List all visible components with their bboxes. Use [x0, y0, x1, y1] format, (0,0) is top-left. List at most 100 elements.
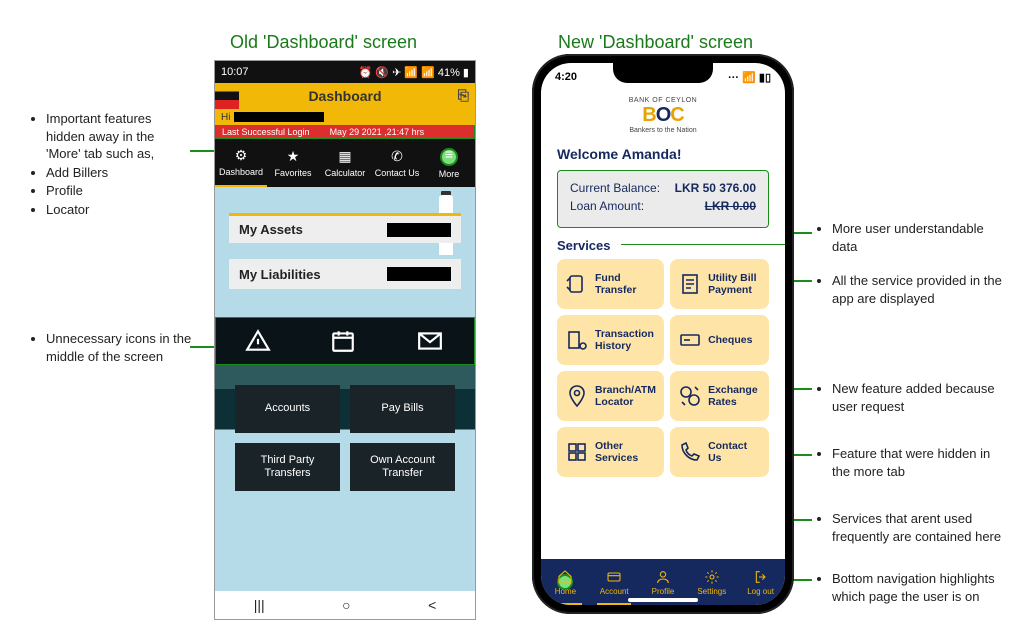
card-icon: [605, 569, 623, 585]
nav-favorites[interactable]: ★ Favorites: [267, 139, 319, 187]
location-icon: [565, 384, 589, 408]
old-greeting: Hi: [215, 109, 475, 125]
pay-bills-button[interactable]: Pay Bills: [350, 385, 455, 433]
back-button[interactable]: <: [428, 597, 436, 613]
old-header-title: Dashboard: [308, 88, 381, 104]
accounts-button[interactable]: Accounts: [235, 385, 340, 433]
nav-label: Calculator: [325, 168, 366, 178]
nav-dashboard[interactable]: ⚙ Dashboard: [215, 139, 267, 187]
mail-icon[interactable]: [415, 328, 445, 354]
row-label: My Liabilities: [239, 267, 321, 282]
svc-label: Exchange Rates: [708, 384, 761, 408]
logo-b: B: [642, 104, 655, 126]
loan-value: LKR 0.00: [705, 199, 756, 213]
menu-icon: ≡: [445, 146, 453, 162]
services-grid: Fund Transfer Utility Bill Payment Trans…: [541, 255, 785, 559]
nav-label: Favorites: [274, 168, 311, 178]
nav-label: Account: [600, 587, 629, 596]
old-phone-mock: 10:07 ⏰ 🔇 ✈ 📶 📶 41% ▮ Dashboard ⎘ Hi Las…: [214, 60, 476, 620]
nav-label: Log out: [747, 587, 774, 596]
new-phone-frame: 4:20 ··· 📶 ▮▯ BANK OF CEYLON BOC Bankers…: [532, 54, 794, 614]
services-icon: [565, 440, 589, 464]
calculator-icon: ▦: [338, 148, 351, 165]
utility-bill-button[interactable]: Utility Bill Payment: [670, 259, 769, 309]
status-icons: ⏰ 🔇 ✈ 📶 📶 41% ▮: [359, 66, 469, 79]
fund-transfer-button[interactable]: Fund Transfer: [557, 259, 664, 309]
nav-calculator[interactable]: ▦ Calculator: [319, 139, 371, 187]
boc-logo: BANK OF CEYLON BOC Bankers to the Nation: [541, 91, 785, 138]
home-icon: [556, 569, 574, 585]
home-button[interactable]: ○: [342, 597, 350, 613]
phone-icon: ✆: [391, 148, 403, 165]
last-login-label: Last Successful Login: [222, 127, 310, 137]
transfer-icon: [565, 272, 589, 296]
last-login-stamp: May 29 2021 ,21:47 hrs: [330, 127, 425, 137]
profile-icon: [654, 569, 672, 585]
nav-more[interactable]: ≡ More: [423, 139, 475, 187]
home-indicator: [628, 598, 698, 602]
my-assets-row[interactable]: My Assets: [229, 213, 461, 243]
history-icon: [565, 328, 589, 352]
nav-label: More: [439, 169, 460, 179]
contact-icon: [678, 440, 702, 464]
my-liabilities-row[interactable]: My Liabilities: [229, 259, 461, 289]
annotation-hidden-feature: Feature that were hidden in the more tab: [818, 445, 1003, 481]
nav-label: Profile: [652, 587, 675, 596]
balance-value: LKR 50 376.00: [675, 181, 756, 195]
annotation-unnecessary-icons: Unnecessary icons in the middle of the s…: [32, 330, 192, 366]
status-time: 10:07: [221, 66, 249, 78]
loan-amount-row: Loan Amount: LKR 0.00: [570, 199, 756, 213]
sliders-icon: ⚙: [235, 147, 248, 164]
old-header: Dashboard ⎘: [215, 83, 475, 109]
redacted-amount: [387, 223, 451, 237]
annotation-bottom-nav: Bottom navigation highlights which page …: [818, 570, 1003, 606]
svc-label: Contact Us: [708, 440, 761, 464]
new-phone-screen: 4:20 ··· 📶 ▮▯ BANK OF CEYLON BOC Bankers…: [541, 63, 785, 605]
nav-contact[interactable]: ✆ Contact Us: [371, 139, 423, 187]
old-title: Old 'Dashboard' screen: [230, 32, 417, 53]
calendar-icon[interactable]: [330, 328, 356, 354]
nav-label: Settings: [697, 587, 726, 596]
row-label: My Assets: [239, 222, 303, 237]
welcome-text: Welcome Amanda!: [541, 138, 785, 166]
old-icon-bar: [215, 317, 475, 365]
hi-label: Hi: [221, 112, 230, 123]
old-action-grid: Accounts Pay Bills Third Party Transfers…: [235, 385, 455, 491]
exchange-rates-button[interactable]: Exchange Rates: [670, 371, 769, 421]
redacted-amount: [387, 267, 451, 281]
own-account-button[interactable]: Own Account Transfer: [350, 443, 455, 491]
current-balance-row: Current Balance: LKR 50 376.00: [570, 181, 756, 195]
nav-logout[interactable]: Log out: [736, 559, 785, 605]
annotation-understandable-data: More user understandable data: [818, 220, 1003, 256]
logo-sub-label: Bankers to the Nation: [629, 127, 696, 134]
svc-label: Fund Transfer: [595, 272, 656, 296]
annotation-services-displayed: All the service provided in the app are …: [818, 272, 1013, 308]
nav-label: Contact Us: [375, 168, 420, 178]
recent-apps-button[interactable]: |||: [254, 597, 265, 613]
annotation-hidden-features: Important features hidden away in the 'M…: [32, 110, 192, 219]
balance-card: Current Balance: LKR 50 376.00 Loan Amou…: [557, 170, 769, 228]
redacted-name: [234, 112, 324, 122]
branch-locator-button[interactable]: Branch/ATM Locator: [557, 371, 664, 421]
status-icons: ··· 📶 ▮▯: [728, 71, 771, 84]
old-logo-icon: [215, 83, 239, 109]
logo-top-label: BANK OF CEYLON: [629, 97, 697, 104]
svc-label: Cheques: [708, 334, 752, 346]
cheque-icon: [678, 328, 702, 352]
warning-icon[interactable]: [245, 328, 271, 354]
old-body: My Assets My Liabilities Accounts Pay Bi…: [215, 187, 475, 591]
transaction-history-button[interactable]: Transaction History: [557, 315, 664, 365]
third-party-button[interactable]: Third Party Transfers: [235, 443, 340, 491]
exit-icon[interactable]: ⎘: [458, 87, 469, 104]
exchange-icon: [678, 384, 702, 408]
cheques-button[interactable]: Cheques: [670, 315, 769, 365]
bill-icon: [678, 272, 702, 296]
annotation-new-feature: New feature added because user request: [818, 380, 1003, 416]
loan-label: Loan Amount:: [570, 199, 644, 213]
balance-label: Current Balance:: [570, 181, 660, 195]
star-icon: ★: [287, 148, 300, 165]
nav-home[interactable]: Home: [541, 559, 590, 605]
svc-label: Transaction History: [595, 328, 656, 352]
contact-us-button[interactable]: Contact Us: [670, 427, 769, 477]
other-services-button[interactable]: Other Services: [557, 427, 664, 477]
